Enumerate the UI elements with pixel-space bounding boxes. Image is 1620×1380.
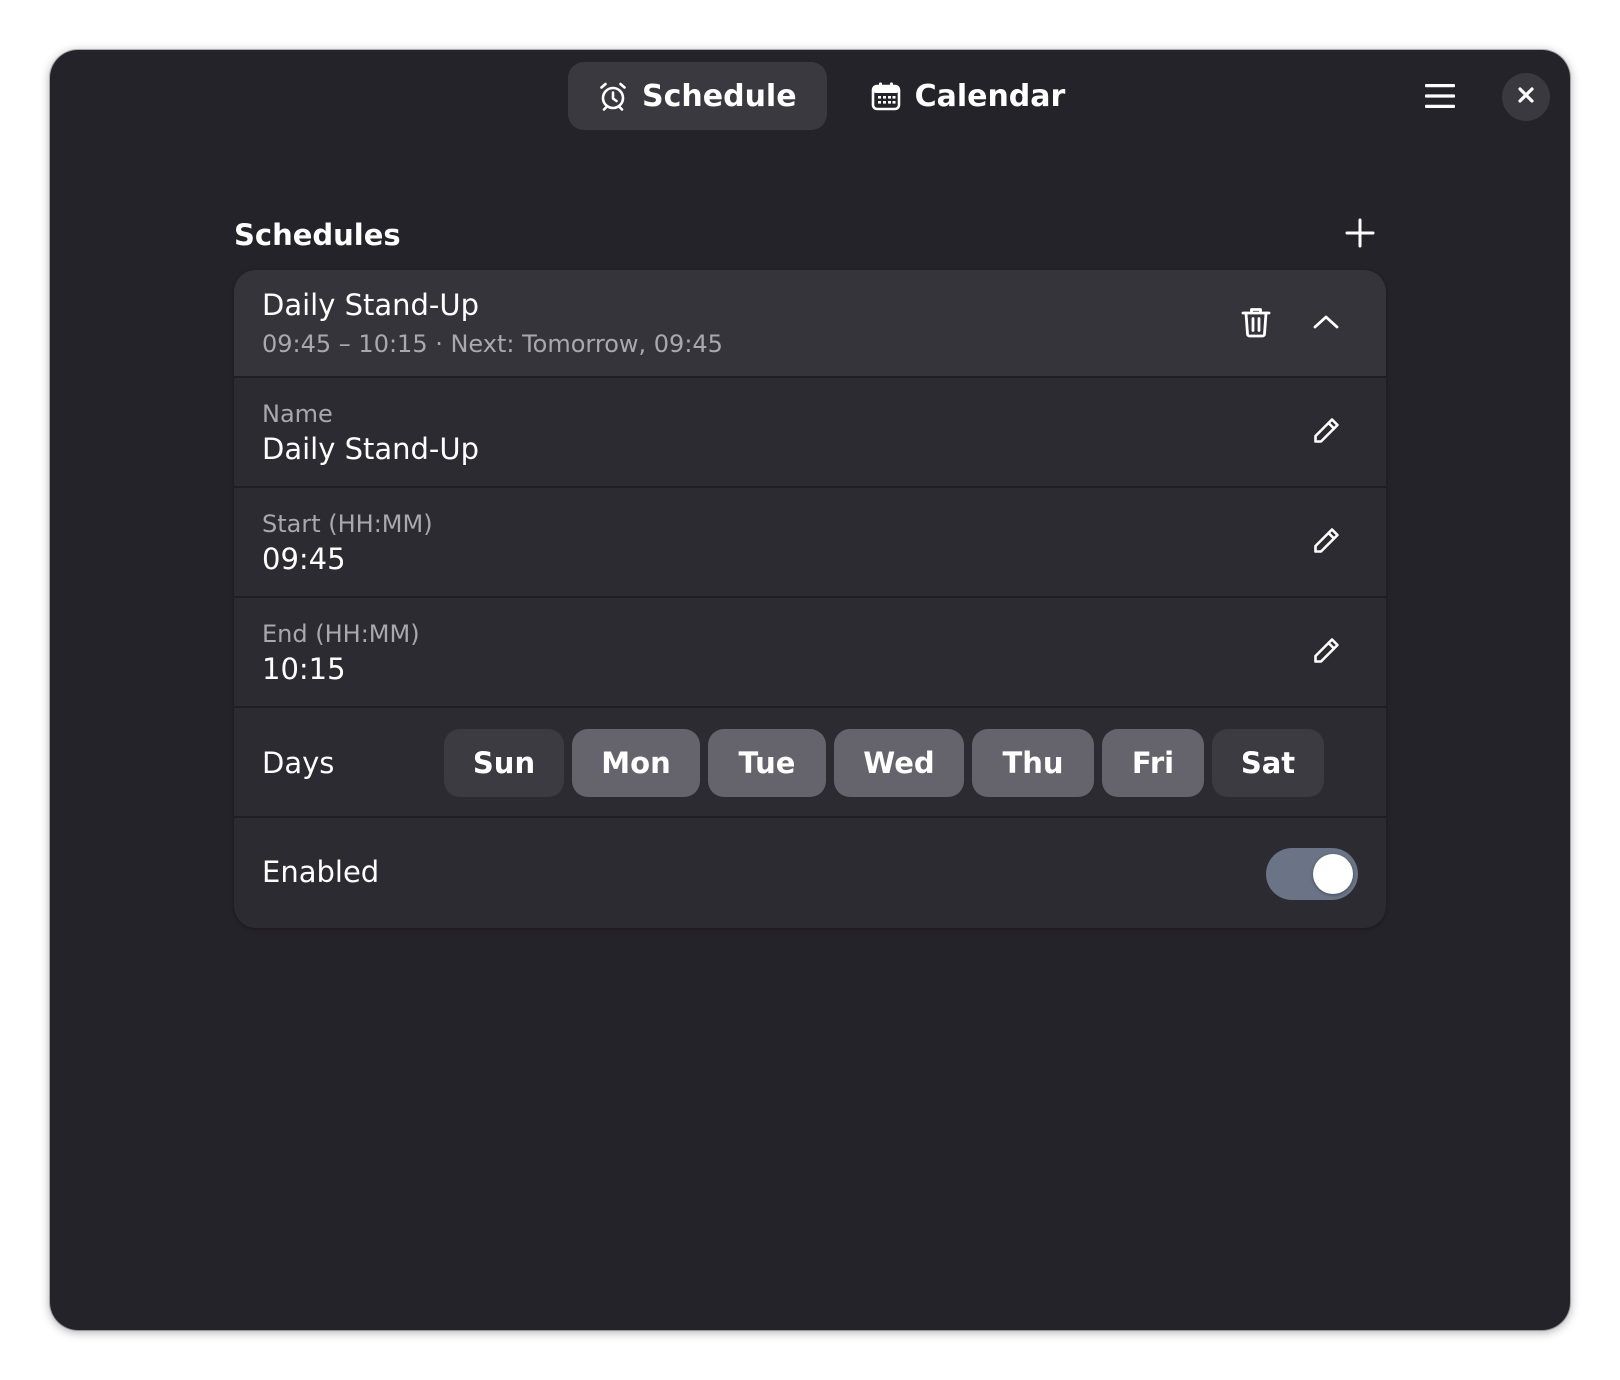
name-row[interactable]: Name Daily Stand-Up [234, 378, 1386, 488]
schedule-card-header[interactable]: Daily Stand-Up 09:45 – 10:15 · Next: Tom… [234, 270, 1386, 378]
pencil-icon [1311, 636, 1341, 670]
add-schedule-button[interactable] [1334, 209, 1386, 261]
pencil-icon [1311, 526, 1341, 560]
day-toggle-tue[interactable]: Tue [708, 729, 826, 797]
enabled-label: Enabled [262, 855, 380, 889]
days-label: Days [262, 746, 335, 780]
end-value: 10:15 [262, 652, 346, 686]
collapse-button[interactable] [1304, 302, 1348, 346]
tab-calendar[interactable]: Calendar [841, 62, 1096, 130]
chevron-up-icon [1312, 313, 1340, 335]
day-toggle-mon[interactable]: Mon [572, 729, 700, 797]
enabled-toggle[interactable] [1266, 848, 1358, 900]
day-toggle-sun[interactable]: Sun [444, 729, 564, 797]
end-label: End (HH:MM) [262, 620, 420, 648]
edit-end-button[interactable] [1304, 631, 1348, 675]
pencil-icon [1311, 416, 1341, 450]
end-row[interactable]: End (HH:MM) 10:15 [234, 598, 1386, 708]
tab-schedule-label: Schedule [642, 78, 797, 114]
main-menu-button[interactable] [1420, 78, 1460, 118]
edit-name-button[interactable] [1304, 411, 1348, 455]
alarm-clock-icon [598, 81, 628, 111]
start-value: 09:45 [262, 542, 346, 576]
trash-icon [1241, 306, 1271, 342]
start-row[interactable]: Start (HH:MM) 09:45 [234, 488, 1386, 598]
schedule-title: Daily Stand-Up [262, 288, 480, 322]
day-toggle-fri[interactable]: Fri [1102, 729, 1204, 797]
delete-schedule-button[interactable] [1234, 302, 1278, 346]
name-value: Daily Stand-Up [262, 432, 480, 466]
day-toggle-sat[interactable]: Sat [1212, 729, 1324, 797]
edit-start-button[interactable] [1304, 521, 1348, 565]
calendar-icon [871, 81, 901, 111]
schedules-section-header: Schedules [234, 205, 1386, 267]
name-label: Name [262, 400, 333, 428]
view-switcher: Schedule Calendar [568, 62, 1095, 130]
schedule-card: Daily Stand-Up 09:45 – 10:15 · Next: Tom… [234, 270, 1386, 928]
enabled-row: Enabled [234, 818, 1386, 928]
days-row: Days Sun Mon Tue Wed Thu Fri Sat [234, 708, 1386, 818]
day-toggle-wed[interactable]: Wed [834, 729, 964, 797]
plus-icon [1345, 218, 1375, 252]
tab-schedule[interactable]: Schedule [568, 62, 827, 130]
app-window: Schedule Calendar Schedules Daily Stand-… [50, 50, 1570, 1330]
close-button[interactable] [1502, 73, 1550, 121]
day-toggle-thu[interactable]: Thu [972, 729, 1094, 797]
toggle-knob [1313, 854, 1353, 894]
tab-calendar-label: Calendar [914, 78, 1066, 114]
start-label: Start (HH:MM) [262, 510, 433, 538]
hamburger-menu-icon [1425, 83, 1455, 113]
schedule-subtitle: 09:45 – 10:15 · Next: Tomorrow, 09:45 [262, 330, 723, 358]
section-title: Schedules [234, 218, 401, 252]
close-icon [1517, 86, 1535, 108]
